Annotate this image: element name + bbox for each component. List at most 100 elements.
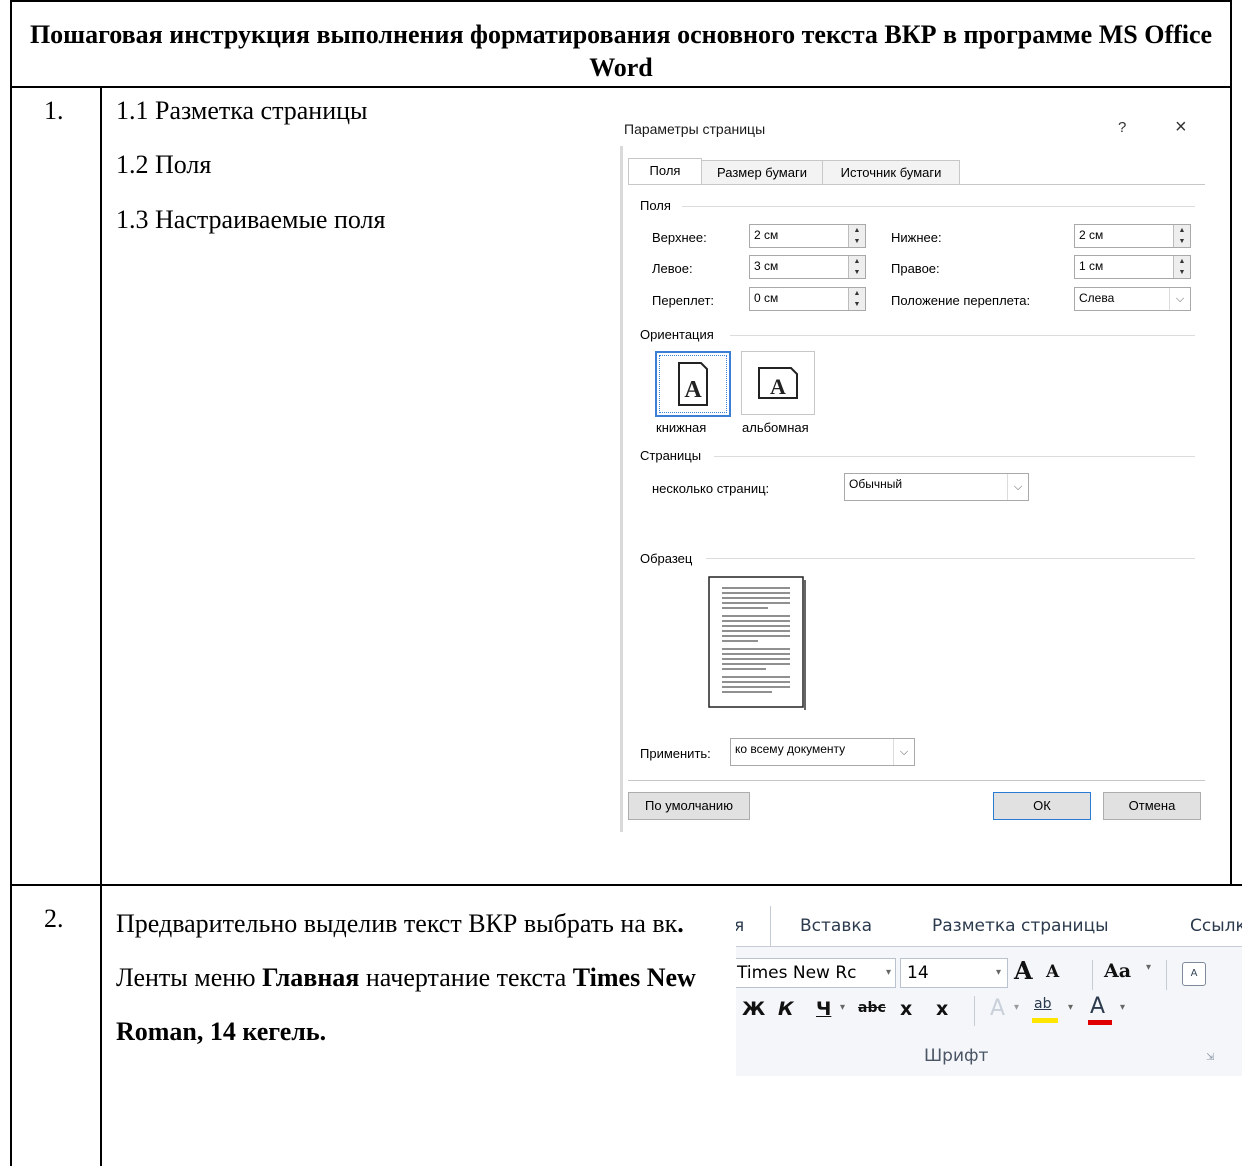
top-margin-label: Верхнее: — [652, 230, 707, 245]
step-item: 1.1 Разметка страницы — [116, 96, 368, 125]
grow-font-icon[interactable]: A — [1014, 956, 1033, 985]
gutter-position-value: Слева — [1079, 291, 1115, 305]
margins-group-label: Поля — [640, 198, 671, 213]
step-item: 1.2 Поля — [116, 150, 212, 179]
gutter-label: Переплет: — [652, 293, 715, 308]
chevron-down-icon[interactable]: ▾ — [1068, 1002, 1073, 1013]
spinner-arrows-icon[interactable]: ▲ ▼ — [848, 256, 865, 278]
underline-icon[interactable]: Ч — [816, 998, 831, 1020]
preview-group-label: Образец — [640, 551, 693, 566]
clear-formatting-icon[interactable]: A — [1182, 962, 1206, 986]
ribbon-separator — [1166, 960, 1167, 990]
portrait-page-icon: A — [678, 362, 708, 406]
landscape-option[interactable]: A — [741, 351, 815, 415]
table-title: Пошаговая инструкция выполнения форматир… — [29, 20, 1213, 82]
tab-references[interactable]: Ссылки — [1190, 916, 1242, 936]
strikethrough-icon[interactable]: abc — [858, 1000, 886, 1016]
shrink-font-icon[interactable]: A — [1046, 962, 1059, 982]
spinner-arrows-icon[interactable]: ▲ ▼ — [848, 288, 865, 310]
dialog-title: Параметры страницы — [624, 121, 766, 137]
spinner-arrows-icon[interactable]: ▲ ▼ — [848, 225, 865, 247]
ribbon-font-group: я Вставка Разметка страницы Ссылки Times… — [736, 906, 1242, 1076]
row-number-2: 2. — [44, 904, 64, 933]
change-case-icon[interactable]: Aa — [1104, 960, 1131, 982]
table-col-divider — [100, 86, 102, 1166]
svg-text:A: A — [684, 377, 702, 403]
group-divider — [730, 335, 1195, 336]
tab-home-fragment[interactable]: я — [736, 916, 744, 936]
tab-panel-border — [628, 184, 1205, 185]
right-margin-spinner[interactable]: 1 см ▲ ▼ — [1074, 255, 1191, 279]
subscript-icon[interactable]: x — [900, 998, 912, 1020]
chevron-down-icon[interactable]: ⌵ — [893, 739, 914, 765]
ribbon-group-footer: Шрифт ⇲ — [736, 1030, 1242, 1076]
gutter-position-label: Положение переплета: — [891, 293, 1031, 308]
instruction-text: . — [677, 909, 684, 938]
chevron-down-icon[interactable]: ▾ — [996, 959, 1001, 987]
default-button[interactable]: По умолчанию — [628, 792, 750, 820]
bottom-margin-value: 2 см — [1079, 228, 1104, 242]
dialog-title-bar: Параметры страницы ? × — [620, 110, 1212, 146]
font-name-box[interactable]: Times New Rc ▾ — [736, 958, 896, 988]
chevron-down-icon[interactable]: ⌵ — [1169, 288, 1190, 310]
row2-instruction: Предварительно выделив текст ВКР выбрать… — [116, 897, 726, 1059]
ribbon-separator — [1092, 960, 1093, 990]
highlight-label: ab — [1034, 996, 1052, 1012]
chevron-down-icon[interactable]: ▾ — [840, 1002, 845, 1013]
ok-button[interactable]: ОК — [993, 792, 1091, 820]
bottom-margin-spinner[interactable]: 2 см ▲ ▼ — [1074, 224, 1191, 248]
superscript-icon[interactable]: x — [936, 998, 948, 1020]
spinner-arrows-icon[interactable]: ▲ ▼ — [1173, 225, 1190, 247]
left-margin-spinner[interactable]: 3 см ▲ ▼ — [749, 255, 866, 279]
highlight-icon[interactable]: ab — [1032, 996, 1062, 1024]
font-color-icon[interactable]: A — [1086, 994, 1116, 1026]
dialog-footer-divider — [628, 780, 1205, 781]
font-size-value: 14 — [907, 963, 929, 983]
italic-icon[interactable]: К — [778, 998, 794, 1020]
font-color-label: A — [1090, 994, 1106, 1019]
landscape-label: альбомная — [742, 420, 809, 435]
font-size-box[interactable]: 14 ▾ — [900, 958, 1008, 988]
svg-text:A: A — [770, 374, 786, 399]
text-effects-icon[interactable]: A — [990, 996, 1005, 1021]
chevron-down-icon[interactable]: ▾ — [1120, 1002, 1125, 1013]
font-name-value: Times New Rc — [737, 963, 857, 983]
tab-insert[interactable]: Вставка — [800, 916, 872, 936]
top-margin-spinner[interactable]: 2 см ▲ ▼ — [749, 224, 866, 248]
gutter-position-select[interactable]: Слева ⌵ — [1074, 287, 1191, 311]
chevron-down-icon[interactable]: ▾ — [1014, 1002, 1019, 1013]
spinner-arrows-icon[interactable]: ▲ ▼ — [1173, 256, 1190, 278]
highlight-color-bar — [1032, 1018, 1058, 1023]
tab-page-layout[interactable]: Разметка страницы — [932, 916, 1109, 936]
tab-paper-source[interactable]: Источник бумаги — [822, 160, 960, 185]
instruction-text: Главная — [262, 963, 360, 992]
dialog-launcher-icon[interactable]: ⇲ — [1206, 1052, 1214, 1063]
ribbon-separator — [974, 996, 975, 1026]
help-icon[interactable]: ? — [1118, 119, 1126, 136]
bold-icon[interactable]: Ж — [742, 998, 765, 1020]
apply-label: Применить: — [640, 746, 711, 761]
multiple-pages-select[interactable]: Обычный ⌵ — [844, 473, 1029, 501]
bottom-margin-label: Нижнее: — [891, 230, 942, 245]
apply-select[interactable]: ко всему документу ⌵ — [730, 738, 915, 766]
font-color-bar — [1088, 1020, 1112, 1025]
close-icon[interactable]: × — [1175, 116, 1187, 139]
cancel-button[interactable]: Отмена — [1103, 792, 1201, 820]
dialog-edge — [620, 146, 623, 832]
row-number-1: 1. — [44, 96, 64, 125]
group-divider — [682, 206, 1195, 207]
landscape-page-icon: A — [758, 367, 798, 399]
chevron-down-icon[interactable]: ▾ — [886, 959, 891, 987]
gutter-spinner[interactable]: 0 см ▲ ▼ — [749, 287, 866, 311]
tab-separator — [770, 906, 771, 946]
tab-margins[interactable]: Поля — [628, 158, 702, 185]
gutter-value: 0 см — [754, 291, 779, 305]
tab-paper-size[interactable]: Размер бумаги — [701, 160, 823, 185]
chevron-down-icon[interactable]: ▾ — [1146, 962, 1151, 973]
left-margin-value: 3 см — [754, 259, 779, 273]
portrait-option[interactable]: A — [655, 351, 731, 417]
apply-value: ко всему документу — [735, 742, 846, 756]
table-header-bottom — [10, 86, 1232, 88]
chevron-down-icon[interactable]: ⌵ — [1007, 474, 1028, 500]
instruction-text: Предварительно выделив текст ВКР выбрать… — [116, 909, 678, 938]
